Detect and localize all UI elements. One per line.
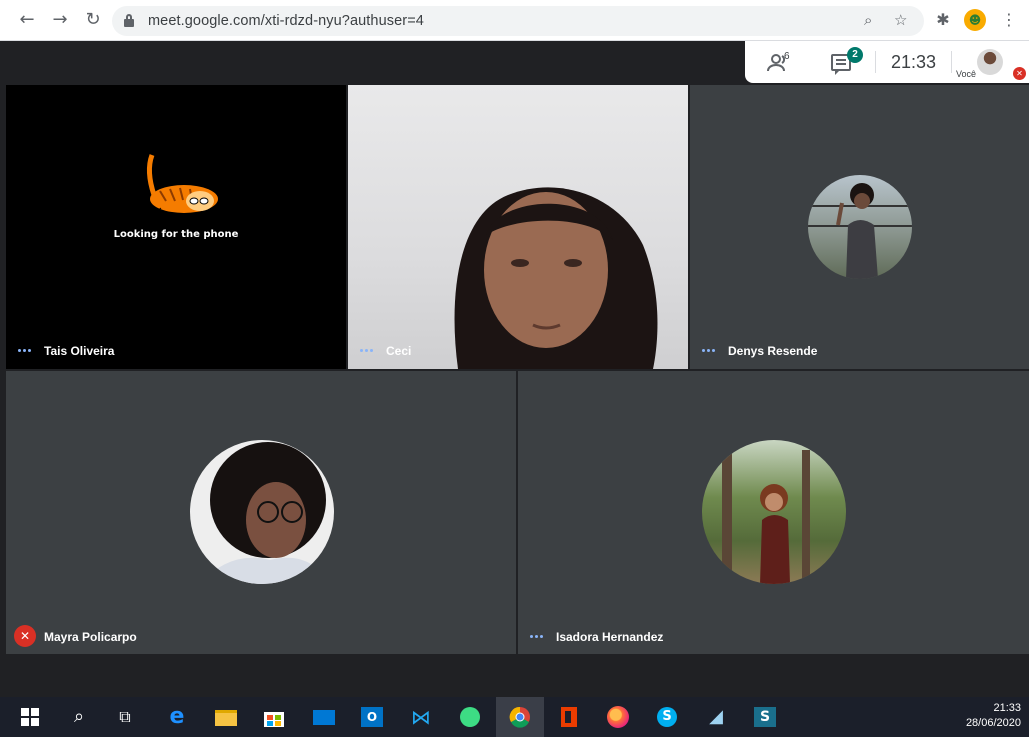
participant-tile[interactable]: ✕ Mayra Policarpo bbox=[6, 371, 516, 654]
mic-off-icon: ✕ bbox=[1013, 67, 1026, 80]
zoom-icon[interactable]: ⌕ bbox=[864, 11, 872, 29]
chrome-icon[interactable] bbox=[507, 704, 533, 730]
outlook-icon[interactable]: O bbox=[359, 704, 385, 730]
mail-icon[interactable] bbox=[311, 704, 337, 730]
taskbar-time: 21:33 bbox=[993, 702, 1021, 714]
start-icon[interactable] bbox=[17, 704, 43, 730]
participant-tile[interactable]: Ceci bbox=[348, 85, 688, 369]
profile-avatar-icon[interactable]: ☻ bbox=[964, 9, 986, 31]
extensions-puzzle-icon[interactable]: ✱ bbox=[933, 10, 953, 30]
divider bbox=[875, 51, 876, 73]
notepad-icon[interactable]: ◢ bbox=[703, 704, 729, 730]
bookmark-star-icon[interactable]: ☆ bbox=[894, 11, 907, 29]
participant-video bbox=[454, 187, 658, 369]
task-view-icon[interactable]: ⧉ bbox=[112, 704, 138, 730]
participant-avatar bbox=[702, 440, 846, 584]
skype-icon[interactable]: S bbox=[654, 704, 680, 730]
self-video-thumbnail[interactable] bbox=[977, 49, 1003, 75]
participant-tile[interactable]: Isadora Hernandez bbox=[518, 371, 1029, 654]
participant-avatar bbox=[808, 175, 912, 279]
browser-toolbar: ← → ↻ meet.google.com/xti-rdzd-nyu?authu… bbox=[0, 0, 1029, 41]
office-icon[interactable] bbox=[556, 704, 582, 730]
participant-tile[interactable]: Looking for the phone Tais Oliveira bbox=[6, 85, 346, 369]
speaking-indicator-icon bbox=[530, 635, 546, 639]
participant-name: Ceci bbox=[386, 344, 412, 358]
divider bbox=[951, 51, 952, 73]
android-studio-icon[interactable] bbox=[457, 704, 483, 730]
participant-name: Tais Oliveira bbox=[44, 344, 115, 358]
search-icon[interactable]: ⌕ bbox=[66, 704, 92, 730]
reload-icon[interactable]: ↻ bbox=[82, 9, 104, 31]
forward-arrow-icon[interactable]: → bbox=[49, 9, 71, 31]
edge-icon[interactable]: e bbox=[164, 704, 190, 730]
mic-off-icon: ✕ bbox=[14, 625, 36, 647]
back-arrow-icon[interactable]: ← bbox=[16, 9, 38, 31]
participant-name: Mayra Policarpo bbox=[44, 630, 137, 644]
participant-avatar bbox=[190, 440, 334, 584]
cat-illustration bbox=[146, 154, 218, 213]
speaking-indicator-icon bbox=[360, 349, 376, 353]
url-text: meet.google.com/xti-rdzd-nyu?authuser=4 bbox=[148, 13, 424, 29]
meeting-info-bar: 6 2 21:33 Você ✕ bbox=[745, 41, 1029, 83]
self-label: Você bbox=[956, 69, 977, 79]
firefox-icon[interactable] bbox=[605, 704, 631, 730]
video-caption: Looking for the phone bbox=[113, 229, 239, 240]
file-explorer-icon[interactable] bbox=[213, 704, 239, 730]
menu-kebab-icon[interactable]: ⋮ bbox=[999, 10, 1019, 30]
vscode-icon[interactable]: ⋈ bbox=[408, 704, 434, 730]
store-icon[interactable] bbox=[261, 704, 287, 730]
participant-tile[interactable]: Denys Resende bbox=[690, 85, 1029, 369]
speaking-indicator-icon bbox=[18, 349, 34, 353]
participant-name: Denys Resende bbox=[728, 344, 818, 358]
speaking-indicator-icon bbox=[702, 349, 718, 353]
lock-icon bbox=[124, 14, 134, 27]
taskbar-date: 28/06/2020 bbox=[965, 717, 1021, 729]
meeting-clock: 21:33 bbox=[891, 52, 937, 72]
chat-badge: 2 bbox=[847, 47, 863, 63]
participant-name: Isadora Hernandez bbox=[556, 630, 664, 644]
participants-count: 6 bbox=[784, 51, 790, 62]
system-clock[interactable]: 21:33 28/06/2020 bbox=[966, 701, 1021, 731]
windows-taskbar: ⌕ ⧉ e O ⋈ S ◢ S 21:33 28/06/2020 bbox=[0, 697, 1029, 737]
sway-icon[interactable]: S bbox=[752, 704, 778, 730]
address-bar[interactable]: meet.google.com/xti-rdzd-nyu?authuser=4 … bbox=[112, 6, 924, 36]
